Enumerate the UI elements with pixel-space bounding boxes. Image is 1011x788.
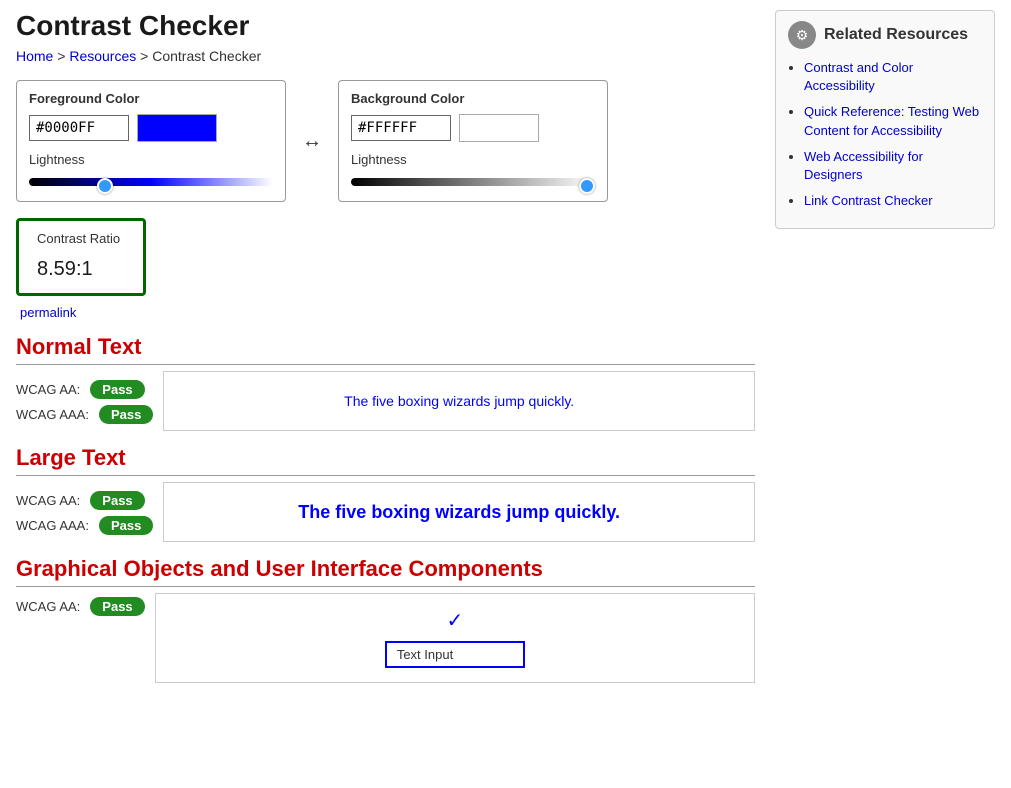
graphical-sample-box: ✓ Text Input xyxy=(155,593,755,683)
large-text-sample-box: The five boxing wizards jump quickly. xyxy=(163,482,755,542)
normal-text-sample: The five boxing wizards jump quickly. xyxy=(344,393,574,409)
sidebar-title: Related Resources xyxy=(824,26,968,44)
checkmark-icon: ✓ xyxy=(446,608,463,633)
background-color-panel: Background Color Lightness xyxy=(338,80,608,202)
contrast-ratio-label: Contrast Ratio xyxy=(37,231,125,246)
normal-wcag-aa-label: WCAG AA: xyxy=(16,382,80,397)
sidebar-item-3: Web Accessibility for Designers xyxy=(804,148,982,184)
contrast-ratio-suffix: :1 xyxy=(76,258,93,280)
breadcrumb-current: Contrast Checker xyxy=(152,48,261,64)
sidebar-item-1: Contrast and Color Accessibility xyxy=(804,59,982,95)
contrast-ratio-value: 8.59:1 xyxy=(37,246,125,283)
normal-wcag-aaa-label: WCAG AAA: xyxy=(16,407,89,422)
graphical-wcag-aa-label: WCAG AA: xyxy=(16,599,80,614)
large-wcag-aaa-badge: Pass xyxy=(99,516,153,535)
large-wcag-aa-label: WCAG AA: xyxy=(16,493,80,508)
breadcrumb-home[interactable]: Home xyxy=(16,48,53,64)
sidebar: ⚙ Related Resources Contrast and Color A… xyxy=(775,10,995,683)
breadcrumb-resources[interactable]: Resources xyxy=(69,48,136,64)
foreground-label: Foreground Color xyxy=(29,91,273,106)
sidebar-link-1[interactable]: Contrast and Color Accessibility xyxy=(804,60,913,93)
contrast-ratio-number: 8.59 xyxy=(37,258,76,280)
normal-text-sample-box: The five boxing wizards jump quickly. xyxy=(163,371,755,431)
background-lightness-slider[interactable] xyxy=(351,178,595,186)
related-resources-icon: ⚙ xyxy=(788,21,816,49)
foreground-swatch xyxy=(137,114,217,142)
text-input-demo: Text Input xyxy=(385,641,525,668)
graphical-wcag-aa-badge: Pass xyxy=(90,597,144,616)
permalink-link[interactable]: permalink xyxy=(20,305,76,320)
sidebar-item-2: Quick Reference: Testing Web Content for… xyxy=(804,103,982,139)
sidebar-link-3[interactable]: Web Accessibility for Designers xyxy=(804,149,923,182)
background-lightness-label: Lightness xyxy=(351,152,595,167)
normal-wcag-aa-badge: Pass xyxy=(90,380,144,399)
normal-text-title: Normal Text xyxy=(16,334,755,365)
foreground-lightness-slider[interactable] xyxy=(29,178,273,186)
background-label: Background Color xyxy=(351,91,595,106)
foreground-lightness-label: Lightness xyxy=(29,152,273,167)
breadcrumb: Home > Resources > Contrast Checker xyxy=(16,48,755,64)
sidebar-link-2[interactable]: Quick Reference: Testing Web Content for… xyxy=(804,104,979,137)
large-wcag-aa-badge: Pass xyxy=(90,491,144,510)
normal-wcag-aaa-badge: Pass xyxy=(99,405,153,424)
contrast-ratio-box: Contrast Ratio 8.59:1 xyxy=(16,218,146,296)
foreground-hex-input[interactable] xyxy=(29,115,129,141)
related-resources-list: Contrast and Color Accessibility Quick R… xyxy=(788,59,982,210)
background-hex-input[interactable] xyxy=(351,115,451,141)
related-resources-panel: ⚙ Related Resources Contrast and Color A… xyxy=(775,10,995,229)
large-wcag-aaa-label: WCAG AAA: xyxy=(16,518,89,533)
page-title: Contrast Checker xyxy=(16,10,755,42)
large-text-title: Large Text xyxy=(16,445,755,476)
sidebar-link-4[interactable]: Link Contrast Checker xyxy=(804,193,933,208)
swap-button[interactable]: ↔ xyxy=(296,130,328,153)
large-text-sample: The five boxing wizards jump quickly. xyxy=(298,502,620,523)
graphical-title: Graphical Objects and User Interface Com… xyxy=(16,556,755,587)
sidebar-item-4: Link Contrast Checker xyxy=(804,192,982,210)
background-swatch xyxy=(459,114,539,142)
foreground-color-panel: Foreground Color Lightness xyxy=(16,80,286,202)
